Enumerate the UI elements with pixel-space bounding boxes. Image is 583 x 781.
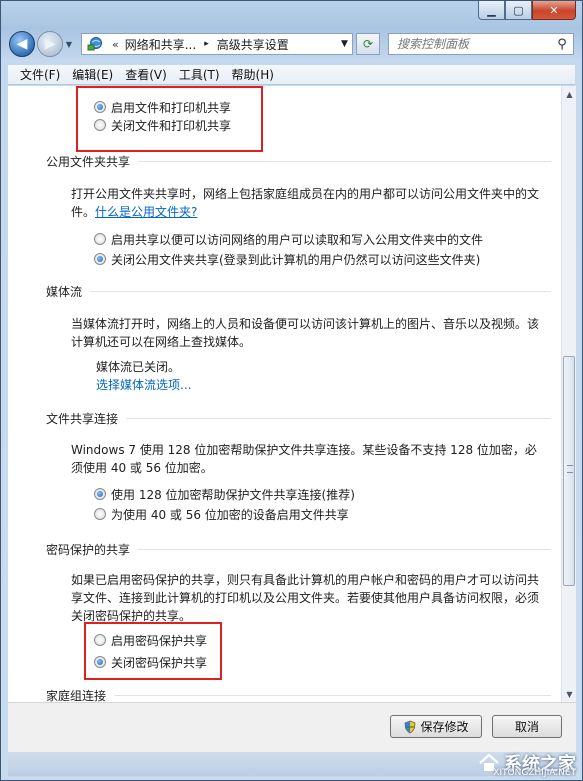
cancel-label: 取消 [514, 720, 539, 734]
file-sharing-title: 文件共享连接 [46, 411, 119, 426]
breadcrumb-network-sharing[interactable]: 网络和共享... [125, 36, 196, 53]
close-button[interactable]: ✕ [532, 1, 576, 20]
shield-icon [403, 720, 417, 734]
password-sharing-title: 密码保护的共享 [46, 542, 131, 557]
file-sharing-desc-line2: 须使用 40 或 56 位加密。 [71, 461, 213, 475]
media-streaming-description: 当媒体流打开时，网络上的人员和设备便可以访问该计算机上的图片、音乐以及视频。该 … [71, 315, 551, 351]
back-arrow-icon: ◀ [16, 36, 28, 52]
menu-edit[interactable]: 编辑(E) [66, 66, 119, 83]
public-folder-desc-line2: 件。 [71, 205, 96, 219]
settings-content: 启用文件和打印机共享 关闭文件和打印机共享 公用文件夹共享 打开公用文件夹共享时… [8, 86, 561, 702]
highlight-box-file-printer [76, 86, 263, 152]
choose-media-streaming-options-link[interactable]: 选择媒体流选项... [96, 376, 191, 394]
refresh-icon: ⟳ [362, 37, 374, 51]
navigation-bar: ◀ ▶ ▼ « 网络和共享... ▸ 高级共享设置 ▼ ⟳ ⚲ [9, 29, 574, 59]
public-folder-title: 公用文件夹共享 [46, 154, 131, 169]
encryption-40-label: 为使用 40 或 56 位加密的设备启用文件共享 [111, 507, 349, 522]
public-folder-options: 启用共享以便可以访问网络的用户可以读取和写入公用文件夹中的文件 关闭公用文件夹共… [94, 230, 483, 268]
address-dropdown-icon[interactable]: ▼ [336, 39, 352, 49]
address-overflow-chevron[interactable]: « [112, 38, 119, 51]
forward-arrow-icon: ▶ [44, 36, 56, 52]
section-header-file-sharing-connections: 文件共享连接 [46, 410, 551, 426]
encryption-128-label: 使用 128 位加密帮助保护文件共享连接(推荐) [111, 487, 355, 502]
password-desc-line2: 享文件、连接到此计算机的打印机以及公用文件夹。若要使其他用户具备访问权限，必须 [71, 591, 540, 605]
highlight-box-password [84, 622, 222, 680]
action-bar: 保存修改 取消 [8, 702, 576, 752]
section-header-media-streaming: 媒体流 [46, 283, 551, 299]
breadcrumb-separator-icon[interactable]: ▸ [204, 39, 209, 49]
close-icon: ✕ [549, 3, 559, 17]
forward-button[interactable]: ▶ [37, 31, 63, 57]
back-button[interactable]: ◀ [9, 31, 35, 57]
file-sharing-desc-line1: Windows 7 使用 128 位加密帮助保护文件共享连接。某些设备不支持 1… [71, 443, 537, 457]
breadcrumb-advanced-sharing[interactable]: 高级共享设置 [217, 36, 289, 53]
scroll-down-icon[interactable]: ▼ [562, 686, 577, 702]
network-icon [86, 36, 104, 52]
encryption-128-radio[interactable] [94, 488, 106, 500]
public-folder-off-option[interactable]: 关闭公用文件夹共享(登录到此计算机的用户仍然可以访问这些文件夹) [94, 250, 483, 268]
caption-buttons: ▁ ▢ ✕ [478, 1, 576, 21]
public-folder-off-radio[interactable] [94, 253, 106, 265]
media-status-block: 媒体流已关闭。 选择媒体流选项... [96, 358, 191, 394]
scroll-grip-icon [567, 465, 573, 473]
control-panel-window: ▁ ▢ ✕ ◀ ▶ ▼ « 网络和共享... ▸ 高级共享设置 ▼ ⟳ ⚲ 文件… [0, 0, 583, 781]
menu-tools[interactable]: 工具(T) [173, 66, 226, 83]
minimize-icon: ▁ [487, 3, 496, 17]
section-header-password-sharing: 密码保护的共享 [46, 541, 551, 557]
refresh-button[interactable]: ⟳ [356, 33, 380, 55]
encryption-40-radio[interactable] [94, 508, 106, 520]
watermark-logo: 系统之家 XITONGZHIJIA.NET [478, 750, 576, 778]
menu-view[interactable]: 查看(V) [119, 66, 173, 83]
public-folder-desc-line1: 打开公用文件夹共享时，网络上包括家庭组成员在内的用户都可以访问公用文件夹中的文 [71, 187, 540, 201]
encryption-128-option[interactable]: 使用 128 位加密帮助保护文件共享连接(推荐) [94, 485, 355, 503]
cancel-button[interactable]: 取消 [492, 715, 562, 738]
search-box[interactable]: ⚲ [388, 33, 574, 55]
section-header-homegroup: 家庭组连接 [46, 687, 551, 702]
media-status-text: 媒体流已关闭。 [96, 360, 181, 374]
save-changes-button[interactable]: 保存修改 [390, 715, 482, 738]
maximize-button[interactable]: ▢ [505, 1, 532, 20]
watermark-subtext: XITONGZHIJIA.NET [493, 768, 576, 778]
what-is-public-folder-link[interactable]: 什么是公用文件夹? [95, 205, 197, 219]
menu-file[interactable]: 文件(F) [14, 66, 66, 83]
public-folder-on-radio[interactable] [94, 233, 106, 245]
minimize-button[interactable]: ▁ [478, 1, 505, 20]
search-input[interactable] [397, 37, 551, 51]
scroll-up-icon[interactable]: ▲ [562, 86, 577, 102]
encryption-40-option[interactable]: 为使用 40 或 56 位加密的设备启用文件共享 [94, 505, 355, 523]
file-sharing-description: Windows 7 使用 128 位加密帮助保护文件共享连接。某些设备不支持 1… [71, 441, 551, 477]
public-folder-on-option[interactable]: 启用共享以便可以访问网络的用户可以读取和写入公用文件夹中的文件 [94, 230, 483, 248]
password-sharing-description: 如果已启用密码保护的共享，则只有具备此计算机的用户帐户和密码的用户才可以访问共 … [71, 571, 556, 625]
homegroup-title: 家庭组连接 [46, 688, 107, 703]
save-changes-label: 保存修改 [420, 720, 469, 734]
media-desc-line1: 当媒体流打开时，网络上的人员和设备便可以访问该计算机上的图片、音乐以及视频。该 [71, 317, 540, 331]
chevron-down-icon: ▼ [65, 39, 73, 49]
public-folder-on-label: 启用共享以便可以访问网络的用户可以读取和写入公用文件夹中的文件 [111, 232, 484, 247]
maximize-icon: ▢ [513, 3, 524, 17]
public-folder-description: 打开公用文件夹共享时，网络上包括家庭组成员在内的用户都可以访问公用文件夹中的文 … [71, 185, 551, 221]
search-icon[interactable]: ⚲ [551, 37, 573, 52]
password-desc-line1: 如果已启用密码保护的共享，则只有具备此计算机的用户帐户和密码的用户才可以访问共 [71, 573, 540, 587]
address-bar[interactable]: « 网络和共享... ▸ 高级共享设置 ▼ [81, 33, 353, 55]
public-folder-off-label: 关闭公用文件夹共享(登录到此计算机的用户仍然可以访问这些文件夹) [111, 252, 481, 267]
media-streaming-title: 媒体流 [46, 284, 83, 299]
encryption-options: 使用 128 位加密帮助保护文件共享连接(推荐) 为使用 40 或 56 位加密… [94, 485, 355, 523]
section-header-public-folder: 公用文件夹共享 [46, 153, 551, 169]
menu-bar: 文件(F) 编辑(E) 查看(V) 工具(T) 帮助(H) [8, 65, 575, 85]
recent-pages-button[interactable]: ▼ [63, 31, 75, 57]
vertical-scrollbar[interactable]: ▲ ▼ [561, 86, 576, 702]
menu-help[interactable]: 帮助(H) [226, 66, 280, 83]
scrollbar-thumb[interactable] [563, 356, 575, 586]
media-desc-line2: 计算机还可以在网络上查找媒体。 [71, 335, 252, 349]
